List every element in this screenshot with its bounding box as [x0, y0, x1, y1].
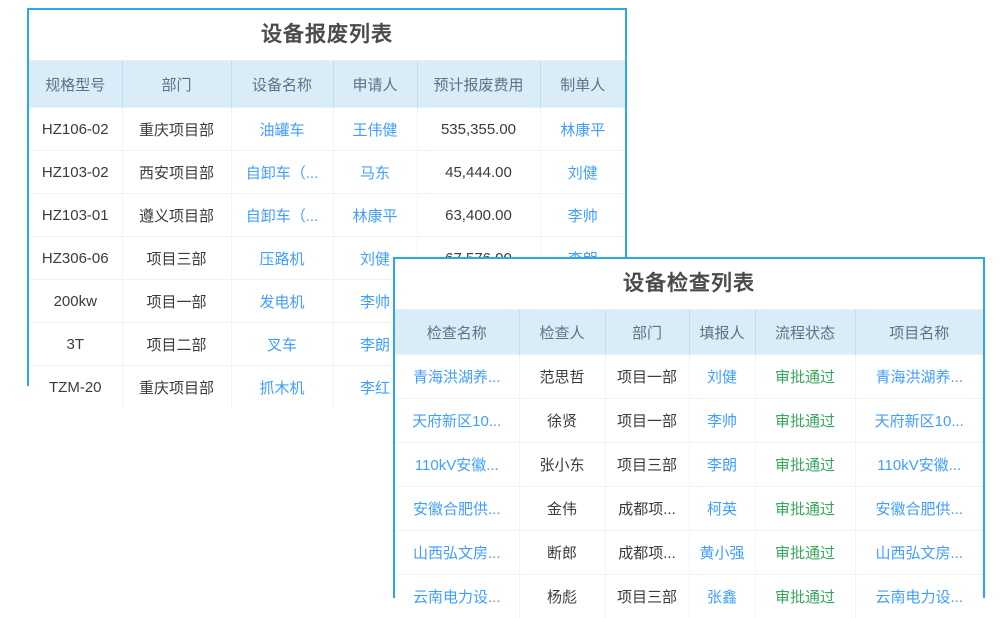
- cell-filler[interactable]: 柯英: [689, 487, 755, 531]
- cell-status[interactable]: 审批通过: [755, 575, 855, 618]
- cell-name[interactable]: 110kV安徽...: [395, 443, 519, 487]
- page: { "colors": { "panel_border": "#29abe2",…: [0, 0, 1000, 600]
- cell-applicant[interactable]: 马东: [333, 151, 417, 194]
- cell-applicant[interactable]: 林康平: [333, 194, 417, 237]
- cell-model: HZ106-02: [29, 108, 122, 151]
- cell-cost: 45,444.00: [417, 151, 540, 194]
- table-row: 天府新区10...徐贤项目一部李帅审批通过天府新区10...: [395, 399, 983, 443]
- cell-dept: 项目一部: [122, 280, 231, 323]
- table-row: HZ106-02重庆项目部油罐车王伟健535,355.00林康平: [29, 108, 625, 151]
- table-row: 110kV安徽...张小东项目三部李朗审批通过110kV安徽...: [395, 443, 983, 487]
- scrap-table-header: 规格型号部门设备名称申请人预计报废费用制单人: [29, 61, 625, 108]
- cell-project[interactable]: 安徽合肥供...: [855, 487, 983, 531]
- column-header-applicant: 申请人: [333, 61, 417, 108]
- cell-dept: 项目三部: [122, 237, 231, 280]
- cell-device[interactable]: 叉车: [231, 323, 333, 366]
- cell-dept: 西安项目部: [122, 151, 231, 194]
- cell-filler[interactable]: 张鑫: [689, 575, 755, 618]
- cell-device[interactable]: 油罐车: [231, 108, 333, 151]
- cell-name[interactable]: 天府新区10...: [395, 399, 519, 443]
- cell-inspector: 杨彪: [519, 575, 605, 618]
- cell-dept: 遵义项目部: [122, 194, 231, 237]
- cell-dept: 成都项...: [605, 487, 689, 531]
- column-header-device: 设备名称: [231, 61, 333, 108]
- column-header-status: 流程状态: [755, 310, 855, 355]
- column-header-inspector: 检查人: [519, 310, 605, 355]
- column-header-project: 项目名称: [855, 310, 983, 355]
- table-row: HZ103-02西安项目部自卸车（...马东45,444.00刘健: [29, 151, 625, 194]
- column-header-name: 检查名称: [395, 310, 519, 355]
- cell-creator[interactable]: 林康平: [540, 108, 625, 151]
- cell-dept: 重庆项目部: [122, 366, 231, 409]
- cell-device[interactable]: 自卸车（...: [231, 194, 333, 237]
- table-row: 山西弘文房...断郎成都项...黄小强审批通过山西弘文房...: [395, 531, 983, 575]
- cell-cost: 63,400.00: [417, 194, 540, 237]
- cell-model: 200kw: [29, 280, 122, 323]
- cell-inspector: 范思哲: [519, 355, 605, 399]
- cell-name[interactable]: 山西弘文房...: [395, 531, 519, 575]
- cell-device[interactable]: 压路机: [231, 237, 333, 280]
- cell-model: HZ103-01: [29, 194, 122, 237]
- column-header-cost: 预计报废费用: [417, 61, 540, 108]
- cell-dept: 项目一部: [605, 399, 689, 443]
- inspection-list-title: 设备检查列表: [395, 259, 983, 310]
- inspection-list-panel: 设备检查列表 检查名称检查人部门填报人流程状态项目名称 青海洪湖养...范思哲项…: [393, 257, 985, 598]
- cell-status[interactable]: 审批通过: [755, 531, 855, 575]
- scrap-list-title: 设备报废列表: [29, 10, 625, 61]
- table-row: 青海洪湖养...范思哲项目一部刘健审批通过青海洪湖养...: [395, 355, 983, 399]
- cell-creator[interactable]: 刘健: [540, 151, 625, 194]
- column-header-dept: 部门: [605, 310, 689, 355]
- cell-model: HZ103-02: [29, 151, 122, 194]
- table-row: 安徽合肥供...金伟成都项...柯英审批通过安徽合肥供...: [395, 487, 983, 531]
- cell-dept: 项目二部: [122, 323, 231, 366]
- cell-device[interactable]: 抓木机: [231, 366, 333, 409]
- cell-filler[interactable]: 黄小强: [689, 531, 755, 575]
- cell-device[interactable]: 自卸车（...: [231, 151, 333, 194]
- cell-dept: 项目三部: [605, 575, 689, 618]
- cell-project[interactable]: 110kV安徽...: [855, 443, 983, 487]
- cell-status[interactable]: 审批通过: [755, 355, 855, 399]
- cell-creator[interactable]: 李帅: [540, 194, 625, 237]
- cell-project[interactable]: 天府新区10...: [855, 399, 983, 443]
- cell-inspector: 断郎: [519, 531, 605, 575]
- cell-name[interactable]: 安徽合肥供...: [395, 487, 519, 531]
- cell-model: HZ306-06: [29, 237, 122, 280]
- cell-project[interactable]: 云南电力设...: [855, 575, 983, 618]
- cell-name[interactable]: 青海洪湖养...: [395, 355, 519, 399]
- cell-model: 3T: [29, 323, 122, 366]
- cell-project[interactable]: 青海洪湖养...: [855, 355, 983, 399]
- cell-dept: 项目一部: [605, 355, 689, 399]
- cell-inspector: 张小东: [519, 443, 605, 487]
- column-header-filler: 填报人: [689, 310, 755, 355]
- table-row: HZ103-01遵义项目部自卸车（...林康平63,400.00李帅: [29, 194, 625, 237]
- cell-filler[interactable]: 李帅: [689, 399, 755, 443]
- cell-status[interactable]: 审批通过: [755, 443, 855, 487]
- cell-filler[interactable]: 刘健: [689, 355, 755, 399]
- cell-dept: 成都项...: [605, 531, 689, 575]
- cell-dept: 重庆项目部: [122, 108, 231, 151]
- cell-status[interactable]: 审批通过: [755, 399, 855, 443]
- column-header-model: 规格型号: [29, 61, 122, 108]
- column-header-dept: 部门: [122, 61, 231, 108]
- cell-project[interactable]: 山西弘文房...: [855, 531, 983, 575]
- cell-model: TZM-20: [29, 366, 122, 409]
- inspection-table: 检查名称检查人部门填报人流程状态项目名称 青海洪湖养...范思哲项目一部刘健审批…: [395, 310, 983, 618]
- table-row: 云南电力设...杨彪项目三部张鑫审批通过云南电力设...: [395, 575, 983, 618]
- inspection-table-header: 检查名称检查人部门填报人流程状态项目名称: [395, 310, 983, 355]
- cell-applicant[interactable]: 王伟健: [333, 108, 417, 151]
- cell-inspector: 金伟: [519, 487, 605, 531]
- column-header-creator: 制单人: [540, 61, 625, 108]
- cell-device[interactable]: 发电机: [231, 280, 333, 323]
- cell-name[interactable]: 云南电力设...: [395, 575, 519, 618]
- cell-dept: 项目三部: [605, 443, 689, 487]
- cell-status[interactable]: 审批通过: [755, 487, 855, 531]
- cell-filler[interactable]: 李朗: [689, 443, 755, 487]
- cell-inspector: 徐贤: [519, 399, 605, 443]
- cell-cost: 535,355.00: [417, 108, 540, 151]
